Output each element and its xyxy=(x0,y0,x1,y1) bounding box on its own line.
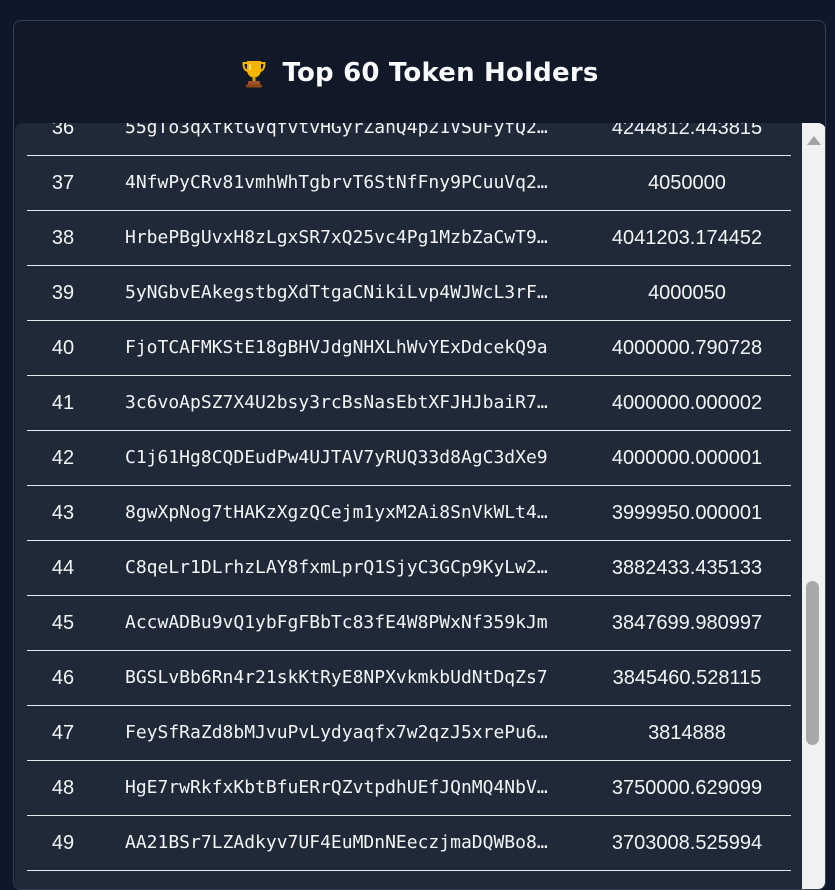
balance-cell: 3847699.980997 xyxy=(611,612,763,634)
rank-cell: 49 xyxy=(51,832,75,854)
table-row[interactable]: 38 HrbePBgUvxH8zLgxSR7xQ25vc4Pg1MzbZaCwT9… xyxy=(27,211,791,266)
address-cell[interactable]: 5yNGbvEAkegstbgXdTtgaCNikiLvp4WJWcL3rFk2 xyxy=(125,266,555,320)
balance-cell xyxy=(587,871,787,889)
balance-cell: 4000000.000002 xyxy=(611,392,763,414)
trophy-icon xyxy=(240,58,268,88)
address-cell[interactable]: AccwADBu9vQ1ybFgFBbTc83fE4W8PWxNf359kJm xyxy=(125,596,555,650)
holders-table[interactable]: 36 55gTo3qXfktGVqfvtvHGyrZahQ4p21VSUFyfQ2… xyxy=(15,123,825,889)
balance-cell: 4050000 xyxy=(648,172,726,194)
rank-cell: 39 xyxy=(51,282,75,304)
table-row[interactable]: 44 C8qeLr1DLrhzLAY8fxmLprQ1SjyC3GCp9KyLw2… xyxy=(27,541,791,596)
table-row[interactable]: 49 AA21BSr7LZAdkyv7UF4EuMDnNEeczjmaDQWBo8… xyxy=(27,816,791,871)
balance-cell: 3999950.000001 xyxy=(611,502,763,524)
balance-cell: 4041203.174452 xyxy=(611,227,763,249)
balance-cell: 4000000.790728 xyxy=(611,337,763,359)
page-title: Top 60 Token Holders xyxy=(282,57,599,88)
rank-cell: 36 xyxy=(51,123,75,139)
balance-cell: 3882433.435133 xyxy=(611,557,763,579)
address-cell[interactable]: FeySfRaZd8bMJvuPvLydyaqfx7w2qzJ5xrePu6Tb xyxy=(125,706,555,760)
vertical-scrollbar[interactable] xyxy=(802,123,825,889)
table-row[interactable]: 48 HgE7rwRkfxKbtBfuERrQZvtpdhUEfJQnMQ4NbV… xyxy=(27,761,791,816)
table-row[interactable]: 50 xyxy=(27,871,791,889)
rank-cell: 47 xyxy=(51,722,75,744)
address-cell[interactable] xyxy=(125,871,555,889)
rank-cell: 43 xyxy=(51,502,75,524)
table-row[interactable]: 42 C1j61Hg8CQDEudPw4UJTAV7yRUQ33d8AgC3dXe… xyxy=(27,431,791,486)
table-row[interactable]: 39 5yNGbvEAkegstbgXdTtgaCNikiLvp4WJWcL3rF… xyxy=(27,266,791,321)
address-cell[interactable]: 55gTo3qXfktGVqfvtvHGyrZahQ4p21VSUFyfQ2mP… xyxy=(125,123,555,155)
rank-cell: 44 xyxy=(51,557,75,579)
address-cell[interactable]: C1j61Hg8CQDEudPw4UJTAV7yRUQ33d8AgC3dXe9 xyxy=(125,431,555,485)
rank-cell: 48 xyxy=(51,777,75,799)
scrollbar-thumb[interactable] xyxy=(806,581,819,745)
token-holders-panel: Top 60 Token Holders 36 55gTo3qXfktGVqfvt… xyxy=(13,20,826,890)
rank-cell: 50 xyxy=(27,871,99,889)
address-cell[interactable]: C8qeLr1DLrhzLAY8fxmLprQ1SjyC3GCp9KyLw2Hn xyxy=(125,541,555,595)
address-cell[interactable]: FjoTCAFMKStE18gBHVJdgNHXLhWvYExDdcekQ9a xyxy=(125,321,555,375)
rank-cell: 40 xyxy=(51,337,75,359)
table-row[interactable]: 43 8gwXpNog7tHAKzXgzQCejm1yxM2Ai8SnVkWLt4… xyxy=(27,486,791,541)
rank-cell: 38 xyxy=(51,227,75,249)
panel-header: Top 60 Token Holders xyxy=(14,21,825,124)
address-cell[interactable]: 4NfwPyCRv81vmhWhTgbrvT6StNfFny9PCuuVq2Ld… xyxy=(125,156,555,210)
table-row[interactable]: 46 BGSLvBb6Rn4r21skKtRyE8NPXvkmkbUdNtDqZs… xyxy=(27,651,791,706)
balance-cell: 4000050 xyxy=(648,282,726,304)
rank-cell: 45 xyxy=(51,612,75,634)
balance-cell: 4000000.000001 xyxy=(611,447,763,469)
rank-cell: 42 xyxy=(51,447,75,469)
address-cell[interactable]: HrbePBgUvxH8zLgxSR7xQ25vc4Pg1MzbZaCwT9hD xyxy=(125,211,555,265)
balance-cell: 3750000.629099 xyxy=(611,777,763,799)
table-row[interactable]: 41 3c6voApSZ7X4U2bsy3rcBsNasEbtXFJHJbaiR7… xyxy=(27,376,791,431)
table-row[interactable]: 45 AccwADBu9vQ1ybFgFBbTc83fE4W8PWxNf359kJ… xyxy=(27,596,791,651)
balance-cell: 3703008.525994 xyxy=(611,832,763,854)
holders-rows: 36 55gTo3qXfktGVqfvtvHGyrZahQ4p21VSUFyfQ2… xyxy=(27,123,791,889)
rank-cell: 41 xyxy=(51,392,75,414)
address-cell[interactable]: AA21BSr7LZAdkyv7UF4EuMDnNEeczjmaDQWBo8Lf xyxy=(125,816,555,870)
rank-cell: 37 xyxy=(51,172,75,194)
address-cell[interactable]: 8gwXpNog7tHAKzXgzQCejm1yxM2Ai8SnVkWLt4Rz xyxy=(125,486,555,540)
address-cell[interactable]: 3c6voApSZ7X4U2bsy3rcBsNasEbtXFJHJbaiR7wP xyxy=(125,376,555,430)
table-row[interactable]: 37 4NfwPyCRv81vmhWhTgbrvT6StNfFny9PCuuVq2… xyxy=(27,156,791,211)
balance-cell: 4244812.443815 xyxy=(611,123,763,139)
chevron-up-icon[interactable] xyxy=(807,136,821,145)
balance-cell: 3814888 xyxy=(648,722,726,744)
rank-cell: 46 xyxy=(51,667,75,689)
table-row[interactable]: 36 55gTo3qXfktGVqfvtvHGyrZahQ4p21VSUFyfQ2… xyxy=(27,123,791,156)
address-cell[interactable]: BGSLvBb6Rn4r21skKtRyE8NPXvkmkbUdNtDqZs7 xyxy=(125,651,555,705)
table-row[interactable]: 40 FjoTCAFMKStE18gBHVJdgNHXLhWvYExDdcekQ9… xyxy=(27,321,791,376)
address-cell[interactable]: HgE7rwRkfxKbtBfuERrQZvtpdhUEfJQnMQ4NbV2c xyxy=(125,761,555,815)
table-row[interactable]: 47 FeySfRaZd8bMJvuPvLydyaqfx7w2qzJ5xrePu6… xyxy=(27,706,791,761)
balance-cell: 3845460.528115 xyxy=(612,667,762,689)
